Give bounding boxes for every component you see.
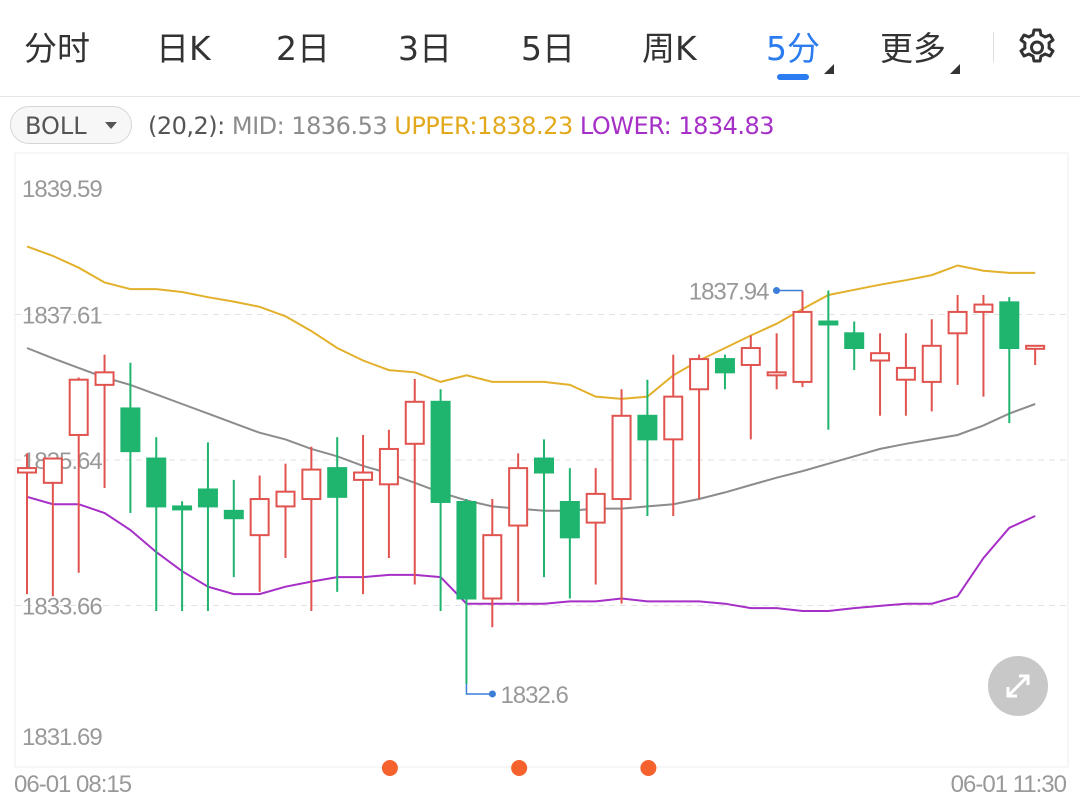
candle-body bbox=[792, 310, 813, 383]
period-tab-bar: 分时 日K 2日 3日 5日 周K 5分 更多 bbox=[0, 0, 1080, 97]
candle-body bbox=[172, 505, 193, 511]
dropdown-corner-icon bbox=[824, 64, 834, 74]
lower-value: LOWER: 1834.83 bbox=[579, 112, 775, 140]
tab-5-minute[interactable]: 5分 bbox=[766, 22, 834, 80]
tab-divider bbox=[993, 32, 994, 62]
candle-body bbox=[740, 347, 761, 366]
indicator-select-label: BOLL bbox=[25, 112, 87, 140]
candle-body bbox=[94, 371, 115, 386]
y-tick-label: 1831.69 bbox=[22, 724, 102, 751]
candle-body bbox=[197, 488, 218, 508]
indicator-select[interactable]: BOLL bbox=[10, 106, 132, 144]
chevron-down-icon bbox=[105, 122, 117, 129]
candle-body bbox=[973, 303, 994, 313]
candle-body bbox=[456, 500, 477, 600]
x-end-label: 06-01 11:30 bbox=[951, 771, 1067, 798]
indicator-bar: BOLL (20,2): MID: 1836.53 UPPER:1838.23 … bbox=[0, 100, 1080, 150]
candle-body bbox=[559, 500, 580, 539]
y-tick-label: 1837.61 bbox=[22, 303, 102, 330]
y-tick-label: 1833.66 bbox=[22, 594, 102, 621]
boll-lower-line bbox=[26, 495, 1036, 612]
gear-icon[interactable] bbox=[1015, 24, 1059, 68]
candle-body bbox=[378, 447, 399, 486]
candle-body bbox=[999, 301, 1020, 350]
candle-body bbox=[223, 509, 244, 520]
candle-body bbox=[301, 468, 322, 501]
tab-daily-k[interactable]: 日K bbox=[156, 22, 211, 70]
candle-body bbox=[818, 320, 839, 326]
active-tab-indicator bbox=[777, 74, 809, 80]
tab-intraday[interactable]: 分时 bbox=[24, 22, 90, 70]
candle-body bbox=[508, 467, 529, 527]
candle-body bbox=[249, 498, 270, 537]
candle-body bbox=[585, 492, 606, 524]
candle-body bbox=[637, 414, 658, 441]
dropdown-corner-icon bbox=[950, 64, 960, 74]
event-marker-dot bbox=[640, 760, 657, 776]
candle-body bbox=[689, 358, 710, 391]
candle-body bbox=[663, 395, 684, 441]
indicator-values: (20,2): MID: 1836.53 UPPER:1838.23 LOWER… bbox=[148, 112, 775, 140]
max-marker-dot bbox=[773, 287, 780, 295]
candle-body bbox=[17, 467, 37, 474]
candle-body bbox=[844, 332, 865, 350]
x-start-label: 06-01 08:15 bbox=[14, 771, 132, 798]
candle-body bbox=[120, 407, 141, 453]
boll-mid-line bbox=[26, 347, 1036, 512]
max-price-label: 1837.94 bbox=[689, 279, 769, 306]
candle-body bbox=[42, 457, 63, 484]
candle-body bbox=[353, 471, 374, 481]
min-leader-line bbox=[465, 683, 493, 695]
tab-3-day[interactable]: 3日 bbox=[398, 22, 452, 70]
event-marker-dot bbox=[381, 760, 398, 776]
candlestick-chart[interactable]: 1839.591837.611835.641833.661831.691837.… bbox=[0, 150, 1080, 807]
candle-body bbox=[327, 467, 348, 498]
candle-body bbox=[430, 400, 451, 503]
tab-5-day[interactable]: 5日 bbox=[521, 22, 575, 70]
boll-upper-line bbox=[26, 245, 1036, 400]
candle-body bbox=[482, 534, 503, 600]
min-marker-dot bbox=[488, 690, 496, 698]
candle-body bbox=[947, 310, 968, 335]
candle-body bbox=[275, 490, 296, 508]
min-price-label: 1832.6 bbox=[500, 682, 568, 709]
candle-body bbox=[921, 344, 942, 383]
candle-body bbox=[870, 352, 891, 362]
candle-body bbox=[68, 378, 89, 436]
candle-body bbox=[895, 366, 916, 381]
tab-weekly-k[interactable]: 周K bbox=[642, 22, 697, 70]
candle-body bbox=[611, 414, 632, 501]
candle-body bbox=[404, 400, 425, 445]
expand-icon bbox=[1006, 674, 1030, 698]
upper-value: UPPER:1838.23 bbox=[394, 112, 573, 140]
tab-more[interactable]: 更多 bbox=[880, 22, 960, 74]
candle-body bbox=[766, 371, 787, 377]
mid-value: MID: 1836.53 bbox=[231, 112, 388, 140]
y-tick-label: 1839.59 bbox=[22, 176, 102, 203]
event-marker-dot bbox=[511, 760, 528, 776]
candle-body bbox=[714, 358, 735, 374]
tab-2-day[interactable]: 2日 bbox=[276, 22, 330, 70]
candle-body bbox=[534, 457, 554, 474]
candle-body bbox=[1025, 344, 1046, 350]
expand-button[interactable] bbox=[988, 656, 1048, 716]
candle-body bbox=[146, 457, 167, 508]
indicator-params: (20,2): bbox=[148, 112, 225, 140]
